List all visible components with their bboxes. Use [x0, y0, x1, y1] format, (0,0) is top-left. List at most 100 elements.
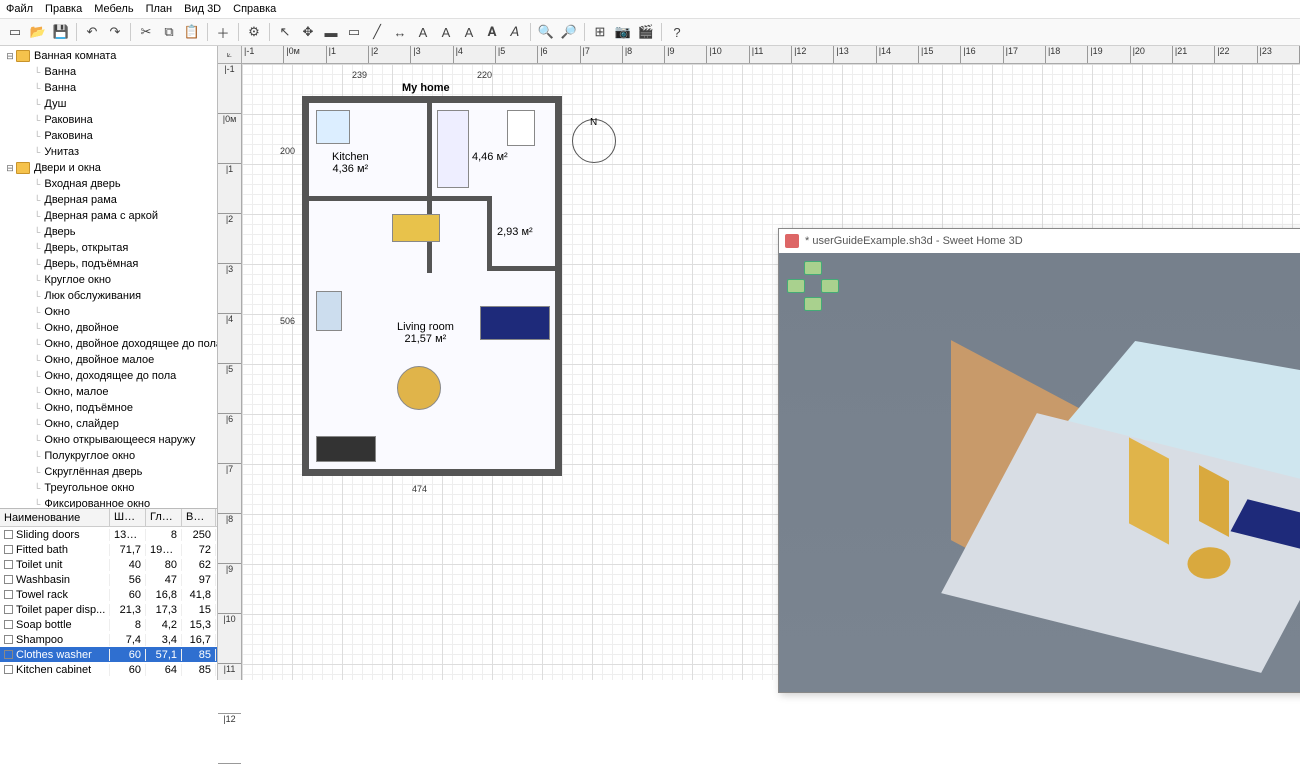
floor-plan[interactable]: My home Kitchen4,36 м² 4,46 м² 2,93 м² L…: [302, 96, 562, 476]
toolbar-save-icon[interactable]: 💾: [50, 21, 72, 43]
catalog-item[interactable]: └Дверь, подъёмная: [0, 256, 217, 272]
toolbar-zoom-out-icon[interactable]: 🔍: [535, 21, 557, 43]
catalog-item[interactable]: └Дверь, открытая: [0, 240, 217, 256]
col-name[interactable]: Наименование: [0, 509, 110, 526]
furn-wardrobe[interactable]: [392, 214, 440, 242]
catalog-item[interactable]: └Окно открывающееся наружу: [0, 432, 217, 448]
nav-left[interactable]: [787, 279, 805, 293]
table-row[interactable]: Clothes washer6057,185: [0, 647, 217, 662]
catalog-item[interactable]: └Унитаз: [0, 144, 217, 160]
expand-icon[interactable]: ⊟: [4, 51, 16, 62]
catalog-item[interactable]: └Душ: [0, 96, 217, 112]
table-row[interactable]: Toilet unit408062: [0, 557, 217, 572]
table-row[interactable]: Toilet paper disp...21,317,315: [0, 602, 217, 617]
catalog-item[interactable]: └Окно, малое: [0, 384, 217, 400]
furn-toilet[interactable]: [507, 110, 535, 146]
toolbar-text-a3-icon[interactable]: A: [458, 21, 480, 43]
catalog-item[interactable]: └Входная дверь: [0, 176, 217, 192]
toolbar-undo-icon[interactable]: ↶: [81, 21, 103, 43]
menu-plan[interactable]: План: [146, 3, 173, 15]
catalog-item[interactable]: └Скруглённая дверь: [0, 464, 217, 480]
toolbar-zoom-in-icon[interactable]: 🔎: [558, 21, 580, 43]
visibility-checkbox[interactable]: [4, 665, 13, 674]
toolbar-pan-icon[interactable]: ✥: [297, 21, 319, 43]
toolbar-select-icon[interactable]: ↖: [274, 21, 296, 43]
toolbar-new-icon[interactable]: ▭: [4, 21, 26, 43]
table-row[interactable]: Kitchen cabinet606485: [0, 662, 217, 677]
window-3d-view[interactable]: * userGuideExample.sh3d - Sweet Home 3D …: [778, 228, 1300, 693]
compass[interactable]: N: [572, 119, 620, 167]
catalog-category[interactable]: ⊟Двери и окна: [0, 160, 217, 176]
toolbar-copy-icon[interactable]: ⧉: [158, 21, 180, 43]
col-depth[interactable]: Глуб...: [146, 509, 182, 526]
catalog-item[interactable]: └Раковина: [0, 112, 217, 128]
col-height[interactable]: Выс...: [182, 509, 216, 526]
catalog-item[interactable]: └Люк обслуживания: [0, 288, 217, 304]
toolbar-redo-icon[interactable]: ↷: [104, 21, 126, 43]
view-3d-canvas[interactable]: [779, 253, 1300, 692]
toolbar-pref-icon[interactable]: ⚙: [243, 21, 265, 43]
table-row[interactable]: Soap bottle84,215,3: [0, 617, 217, 632]
toolbar-open-icon[interactable]: 📂: [27, 21, 49, 43]
menu-3d[interactable]: Вид 3D: [184, 3, 221, 15]
visibility-checkbox[interactable]: [4, 575, 13, 584]
nav-down[interactable]: [804, 297, 822, 311]
toolbar-wall-icon[interactable]: ▬: [320, 21, 342, 43]
toolbar-video-icon[interactable]: 🎬: [635, 21, 657, 43]
nav-up[interactable]: [804, 261, 822, 275]
toolbar-dim-icon[interactable]: ↔: [389, 21, 411, 43]
menu-edit[interactable]: Правка: [45, 3, 82, 15]
catalog-item[interactable]: └Дверная рама с аркой: [0, 208, 217, 224]
table-row[interactable]: Shampoo7,43,416,7: [0, 632, 217, 647]
visibility-checkbox[interactable]: [4, 635, 13, 644]
catalog-item[interactable]: └Окно, двойное малое: [0, 352, 217, 368]
toolbar-italic-a-icon[interactable]: 𝘈: [504, 21, 526, 43]
furn-window[interactable]: [316, 110, 350, 144]
catalog-item[interactable]: └Раковина: [0, 128, 217, 144]
catalog-item[interactable]: └Треугольное окно: [0, 480, 217, 496]
toolbar-snap-icon[interactable]: ⊞: [589, 21, 611, 43]
furn-tv[interactable]: [316, 436, 376, 462]
toolbar-line-icon[interactable]: ╱: [366, 21, 388, 43]
menu-help[interactable]: Справка: [233, 3, 276, 15]
toolbar-add-icon[interactable]: ＋: [212, 21, 234, 43]
catalog-item[interactable]: └Окно, слайдер: [0, 416, 217, 432]
toolbar-text-a2-icon[interactable]: A: [435, 21, 457, 43]
col-width[interactable]: Шир...: [110, 509, 146, 526]
furniture-catalog-tree[interactable]: ⊟Ванная комната└Ванна└Ванна└Душ└Раковина…: [0, 46, 217, 508]
toolbar-room-icon[interactable]: ▭: [343, 21, 365, 43]
catalog-item[interactable]: └Окно: [0, 304, 217, 320]
visibility-checkbox[interactable]: [4, 560, 13, 569]
catalog-item[interactable]: └Ванна: [0, 80, 217, 96]
catalog-item[interactable]: └Дверь: [0, 224, 217, 240]
furn-bath[interactable]: [437, 110, 469, 188]
visibility-checkbox[interactable]: [4, 545, 13, 554]
furniture-list-table[interactable]: Наименование Шир... Глуб... Выс... Slidi…: [0, 508, 217, 680]
table-row[interactable]: Fitted bath71,7198,472: [0, 542, 217, 557]
visibility-checkbox[interactable]: [4, 650, 13, 659]
catalog-item[interactable]: └Окно, двойное доходящее до пола: [0, 336, 217, 352]
catalog-item[interactable]: └Окно, подъёмное: [0, 400, 217, 416]
furn-sofa[interactable]: [480, 306, 550, 340]
furn-desk[interactable]: [316, 291, 342, 331]
toolbar-cut-icon[interactable]: ✂: [135, 21, 157, 43]
visibility-checkbox[interactable]: [4, 620, 13, 629]
catalog-item[interactable]: └Фиксированное окно: [0, 496, 217, 508]
toolbar-help-icon[interactable]: ?: [666, 21, 688, 43]
toolbar-text-a-icon[interactable]: A: [412, 21, 434, 43]
visibility-checkbox[interactable]: [4, 590, 13, 599]
table-row[interactable]: Towel rack6016,841,8: [0, 587, 217, 602]
catalog-item[interactable]: └Окно, доходящее до пола: [0, 368, 217, 384]
plan-view[interactable]: ⟀ |-1|0м|1|2|3|4|5|6|7|8|9|10|11|12|13|1…: [218, 46, 1300, 680]
catalog-item[interactable]: └Ванна: [0, 64, 217, 80]
table-row[interactable]: Sliding doors136,28250: [0, 527, 217, 542]
table-row[interactable]: Washbasin564797: [0, 572, 217, 587]
catalog-category[interactable]: ⊟Ванная комната: [0, 48, 217, 64]
toolbar-paste-icon[interactable]: 📋: [181, 21, 203, 43]
visibility-checkbox[interactable]: [4, 530, 13, 539]
catalog-item[interactable]: └Круглое окно: [0, 272, 217, 288]
visibility-checkbox[interactable]: [4, 605, 13, 614]
nav-right[interactable]: [821, 279, 839, 293]
toolbar-bold-a-icon[interactable]: 𝐀: [481, 21, 503, 43]
nav-widget[interactable]: [787, 261, 839, 313]
